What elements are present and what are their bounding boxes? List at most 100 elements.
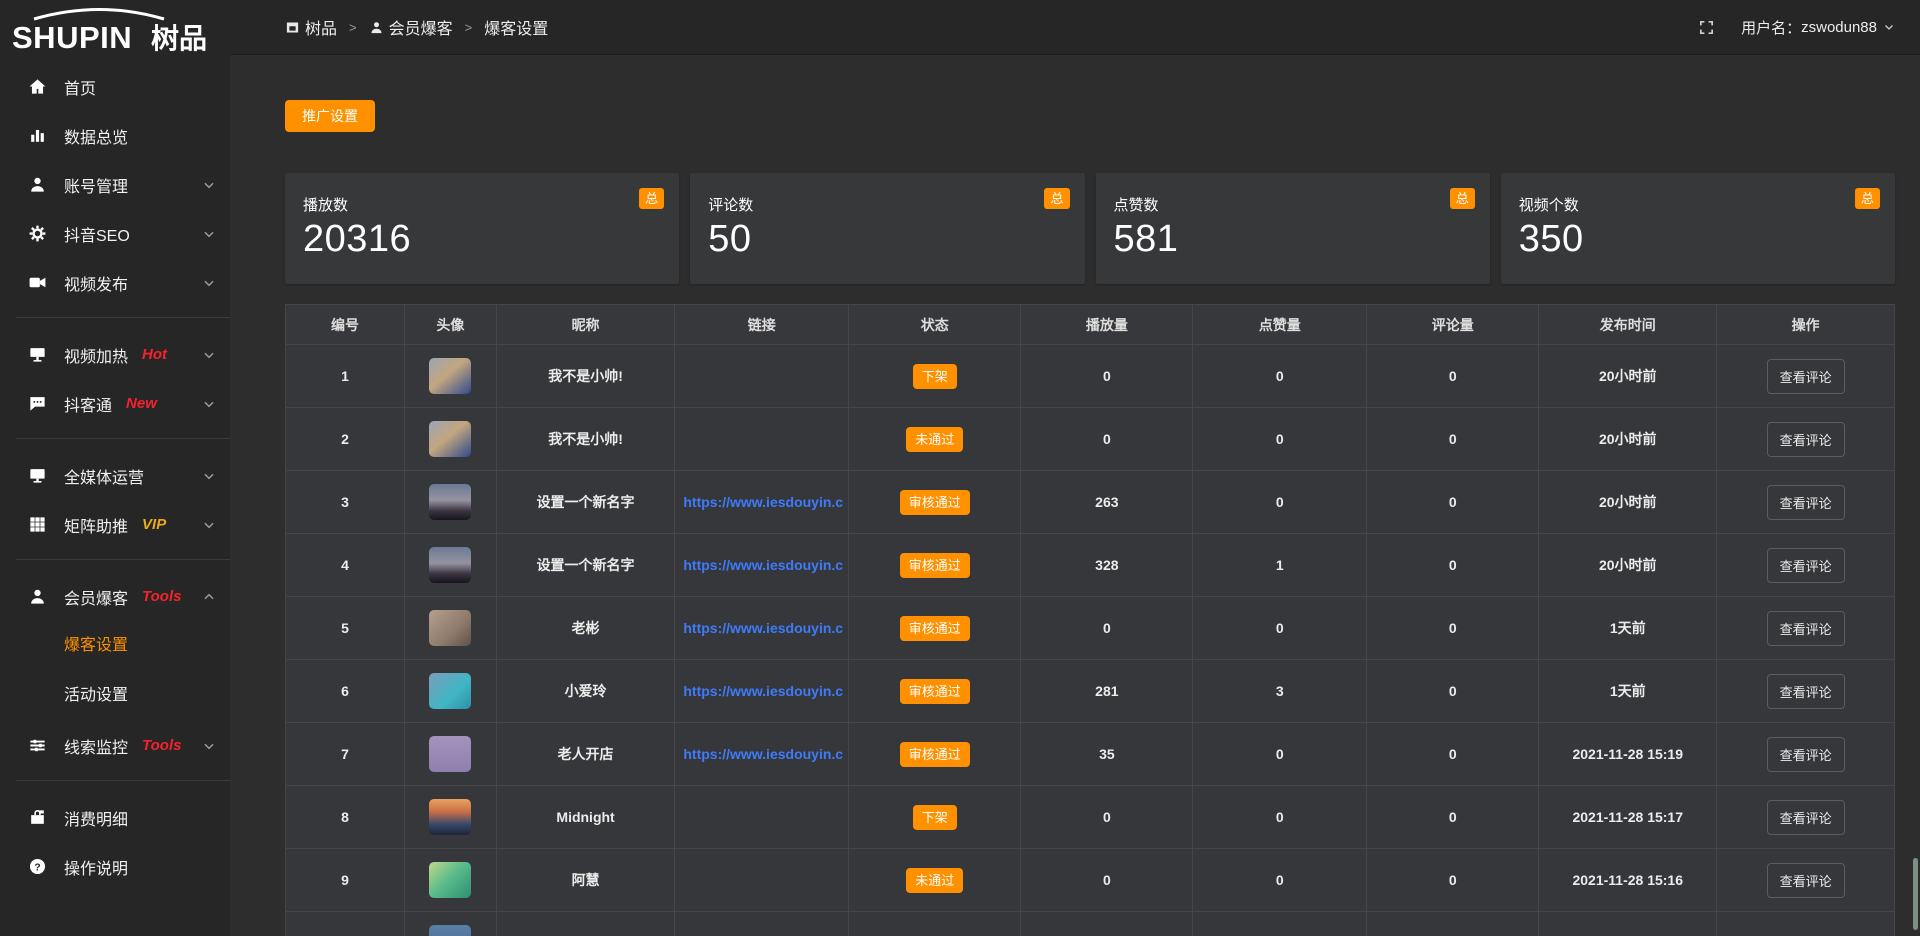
video-link[interactable]: https://www.iesdouyin.c [683, 557, 843, 573]
table-row: 5老彬https://www.iesdouyin.c审核通过0001天前查看评论 [286, 597, 1895, 660]
sidebar-item-video-publish[interactable]: 视频发布 [0, 258, 230, 307]
topbar: 树品>会员爆客>爆客设置 用户名：zswodun88 [230, 0, 1920, 55]
sidebar-item-label: 抖音SEO [64, 222, 130, 246]
sidebar-item-home[interactable]: 首页 [0, 62, 230, 111]
nav-badge: VIP [142, 516, 166, 533]
cell-action: 查看评论 [1717, 345, 1895, 408]
cell-id: 5 [286, 597, 405, 660]
column-header: 状态 [849, 305, 1021, 345]
cell-comments: 0 [1367, 408, 1539, 471]
cell-link: https://www.iesdouyin.c [675, 471, 849, 534]
sidebar-item-account-manage[interactable]: 账号管理 [0, 160, 230, 209]
sidebar-item-clue-monitor[interactable]: 线索监控Tools [0, 721, 230, 770]
sidebar-item-video-heat[interactable]: 视频加热Hot [0, 330, 230, 379]
sidebar-item-label: 视频加热 [64, 343, 128, 367]
total-badge: 总 [639, 188, 664, 209]
cell-nickname: 设置一个新名字 [496, 534, 675, 597]
cell-time: 2021-11-28 15:17 [1539, 786, 1717, 849]
sidebar-item-douyin-seo[interactable]: 抖音SEO [0, 209, 230, 258]
video-link[interactable]: https://www.iesdouyin.c [683, 746, 843, 762]
cell-link [675, 408, 849, 471]
status-badge: 审核通过 [900, 679, 970, 704]
username: zswodun88 [1801, 19, 1877, 36]
logo-graphic: SHUPIN 树品 [12, 6, 217, 56]
cell-action: 查看评论 [1717, 471, 1895, 534]
view-comments-button[interactable]: 查看评论 [1767, 611, 1845, 646]
sidebar-item-label: 抖客通 [64, 392, 112, 416]
cell-action: 查看评论 [1717, 408, 1895, 471]
avatar [429, 673, 471, 709]
column-header: 发布时间 [1539, 305, 1717, 345]
cell-comments: 0 [1367, 597, 1539, 660]
total-badge: 总 [1855, 188, 1880, 209]
breadcrumb-separator: > [465, 20, 473, 35]
total-badge: 总 [1450, 188, 1475, 209]
view-comments-button[interactable]: 查看评论 [1767, 800, 1845, 835]
sidebar-item-member-baoke[interactable]: 会员爆客Tools [0, 572, 230, 621]
cell-avatar [405, 471, 497, 534]
cell-status: 审核通过 [849, 471, 1021, 534]
cell-time [1539, 912, 1717, 936]
cell-avatar [405, 723, 497, 786]
chevron-down-icon [202, 227, 216, 241]
cell-plays: 0 [1021, 345, 1193, 408]
user-icon [26, 175, 48, 195]
wallet-icon [26, 808, 48, 828]
cell-time: 20小时前 [1539, 471, 1717, 534]
breadcrumb-item[interactable]: 树品 [285, 15, 337, 39]
user-menu[interactable]: 用户名：zswodun88 [1741, 17, 1895, 38]
video-link[interactable]: https://www.iesdouyin.c [683, 620, 843, 636]
home-icon [26, 77, 48, 97]
view-comments-button[interactable]: 查看评论 [1767, 359, 1845, 394]
cell-comments: 0 [1367, 345, 1539, 408]
stat-value: 350 [1519, 218, 1877, 261]
sidebar-item-consume-detail[interactable]: 消费明细 [0, 793, 230, 842]
sidebar-item-help-guide[interactable]: ?操作说明 [0, 842, 230, 891]
cell-status: 审核通过 [849, 660, 1021, 723]
cell-status: 未通过 [849, 408, 1021, 471]
video-link[interactable]: https://www.iesdouyin.c [683, 683, 843, 699]
promotion-settings-button[interactable]: 推广设置 [285, 100, 375, 132]
view-comments-button[interactable]: 查看评论 [1767, 422, 1845, 457]
sidebar-item-media-operation[interactable]: 全媒体运营 [0, 451, 230, 500]
cell-nickname: 老人开店 [496, 723, 675, 786]
cell-avatar [405, 912, 497, 936]
view-comments-button[interactable]: 查看评论 [1767, 485, 1845, 520]
cell-status: 下架 [849, 786, 1021, 849]
view-comments-button[interactable]: 查看评论 [1767, 863, 1845, 898]
breadcrumb-item[interactable]: 会员爆客 [369, 15, 453, 39]
scrollbar-thumb[interactable] [1913, 858, 1918, 930]
cell-avatar [405, 345, 497, 408]
cell-plays: 0 [1021, 597, 1193, 660]
cell-avatar [405, 786, 497, 849]
cell-comments: 0 [1367, 723, 1539, 786]
avatar [429, 799, 471, 835]
sidebar-item-label: 矩阵助推 [64, 513, 128, 537]
svg-text:?: ? [34, 862, 40, 873]
view-comments-button[interactable]: 查看评论 [1767, 737, 1845, 772]
sidebar-item-douketong[interactable]: 抖客通New [0, 379, 230, 428]
video-link[interactable]: https://www.iesdouyin.c [683, 494, 843, 510]
sidebar-item-data-overview[interactable]: 数据总览 [0, 111, 230, 160]
sidebar-item-activity-settings[interactable]: 活动设置 [0, 671, 230, 721]
stat-card: 播放数20316总 [285, 173, 679, 284]
cell-comments: 0 [1367, 849, 1539, 912]
app-logo: SHUPIN 树品 [0, 0, 230, 62]
sliders-icon [26, 736, 48, 756]
sidebar-item-label: 账号管理 [64, 173, 128, 197]
cell-id: 7 [286, 723, 405, 786]
screen-icon [26, 345, 48, 365]
video-camera-icon [26, 273, 48, 293]
cell-comments: 0 [1367, 786, 1539, 849]
cell-id [286, 912, 405, 936]
main-area: 树品>会员爆客>爆客设置 用户名：zswodun88 推广设置 播放数20316… [230, 0, 1920, 936]
cell-plays: 0 [1021, 786, 1193, 849]
table-header-row: 编号头像昵称链接状态播放量点赞量评论量发布时间操作 [286, 305, 1895, 345]
sidebar-item-matrix-boost[interactable]: 矩阵助推 VIP [0, 500, 230, 549]
fullscreen-icon[interactable] [1698, 19, 1715, 36]
cell-time: 20小时前 [1539, 534, 1717, 597]
sidebar-item-baoke-settings[interactable]: 爆客设置 [0, 621, 230, 671]
view-comments-button[interactable]: 查看评论 [1767, 548, 1845, 583]
view-comments-button[interactable]: 查看评论 [1767, 674, 1845, 709]
column-header: 头像 [405, 305, 497, 345]
